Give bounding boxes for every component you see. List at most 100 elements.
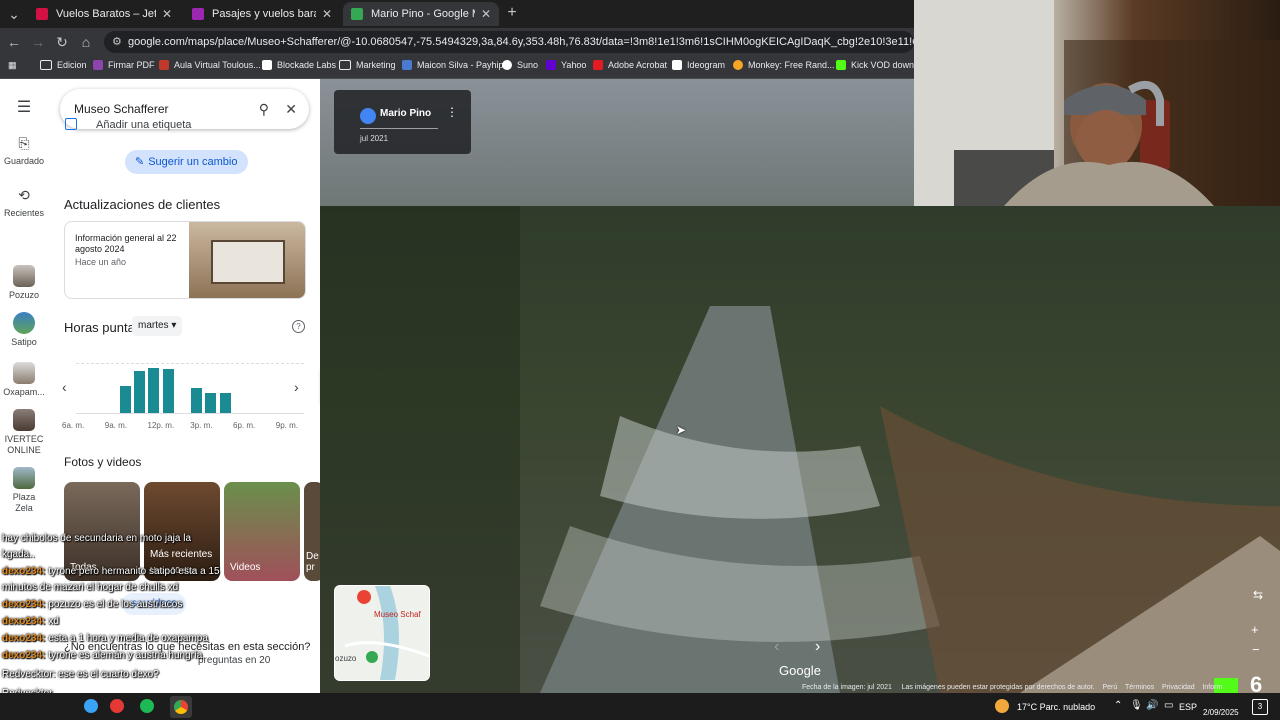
prev-photo-chevron-icon[interactable]: ‹ — [774, 638, 779, 656]
bookmark-adobe-acrobat[interactable]: Adobe Acrobat — [593, 60, 667, 70]
author-name[interactable]: Mario Pino — [380, 108, 431, 119]
zoom-out-button[interactable]: − — [1252, 642, 1260, 657]
search-icon[interactable]: ⚲ — [259, 89, 269, 129]
mini-map[interactable]: Museo Schaf ozuzo — [334, 585, 430, 681]
network-icon[interactable]: ▭ — [1164, 700, 1173, 711]
chrome-icon — [174, 700, 188, 714]
tab-vuelos[interactable]: Pasajes y vuelos baratos a Arge ✕ — [184, 2, 340, 26]
bookmark-firmar-pdf[interactable]: Firmar PDF — [93, 60, 155, 70]
reload-icon[interactable]: ↻ — [54, 34, 70, 51]
report-link[interactable]: Inform — [1202, 684, 1222, 691]
address-bar[interactable]: ⚙ google.com/maps/place/Museo+Schafferer… — [104, 31, 914, 53]
bookmark-yahoo[interactable]: Yahoo — [546, 60, 586, 70]
weather-text[interactable]: 17°C Parc. nublado — [1017, 702, 1095, 712]
back-icon[interactable]: ← — [6, 34, 22, 50]
rail-place-ivertec[interactable]: IVERTEC ONLINE — [0, 409, 48, 456]
region-link[interactable]: Perú — [1102, 684, 1117, 691]
bookmark-payhip[interactable]: Maicon Silva - Payhip — [402, 60, 504, 70]
ask-prompt: preguntas en 20 — [198, 655, 271, 666]
rail-place-plaza-zela[interactable]: Plaza Zela — [0, 467, 48, 514]
more-options-icon[interactable]: ⋮ — [446, 105, 458, 119]
browser-toolbar: ← → ↻ ⌂ ⚙ google.com/maps/place/Museo+Sc… — [0, 28, 914, 56]
bookmark-marketing[interactable]: Marketing — [339, 60, 396, 70]
rail-saved[interactable]: ⎘ Guardado — [0, 135, 48, 166]
tab-search-chevron-icon[interactable]: ⌄ — [6, 6, 22, 23]
popular-times-bar[interactable] — [134, 370, 145, 413]
forward-icon[interactable]: → — [30, 34, 46, 50]
rail-place-oxapampa[interactable]: Oxapam... — [0, 362, 48, 397]
privacy-link[interactable]: Privacidad — [1162, 684, 1195, 691]
language-indicator[interactable]: ESP — [1179, 702, 1197, 712]
bookmark-suno[interactable]: Suno — [502, 60, 538, 70]
microphone-icon[interactable]: 🎙 — [1130, 700, 1143, 711]
history-icon: ⟲ — [18, 187, 30, 203]
photo-owner[interactable]: De pr — [304, 482, 320, 581]
bookmark-aula-virtual[interactable]: Aula Virtual Toulous... — [159, 60, 261, 70]
suggest-edit-label: Sugerir un cambio — [148, 156, 238, 168]
tray-overflow-icon[interactable]: ⌃ — [1114, 700, 1122, 711]
menu-hamburger-icon[interactable]: ☰ — [0, 97, 48, 117]
spotify-icon[interactable] — [140, 699, 154, 713]
chat-message: dexo234: tyrone es alemán y austria hungr… — [2, 650, 202, 661]
popular-times-bar[interactable] — [119, 385, 131, 413]
clock-date[interactable]: 2/09/2025 — [1203, 708, 1239, 717]
chat-text: hay chibolos de secundaria en moto jaja … — [2, 533, 192, 544]
chrome-taskbar-button[interactable] — [170, 696, 192, 718]
volume-icon[interactable]: 🔊 — [1146, 700, 1158, 711]
tab-google-maps[interactable]: Mario Pino - Google Maps ✕ — [343, 2, 499, 26]
bookmark-edicion[interactable]: Edicion — [40, 60, 87, 70]
street-view-canvas-lower[interactable] — [320, 206, 1280, 693]
bookmark-ideogram[interactable]: Ideogram — [672, 60, 725, 70]
aula-virtual-icon — [159, 60, 169, 70]
chat-text: esta a 1 hora y media de oxapampa — [48, 633, 208, 644]
obs-icon[interactable] — [110, 699, 124, 713]
customer-update-card[interactable]: Información general al 22 agosto 2024 Ha… — [64, 221, 306, 299]
bookmark-blockade-labs[interactable]: Blockade Labs — [262, 60, 336, 70]
bookmark-label: Adobe Acrobat — [608, 60, 668, 70]
new-tab-button[interactable]: + — [504, 4, 520, 22]
bookmark-monkey[interactable]: Monkey: Free Rand... — [733, 60, 835, 70]
close-tab-icon[interactable]: ✕ — [162, 7, 172, 21]
place-thumb — [13, 467, 35, 489]
help-icon[interactable]: ? — [292, 320, 305, 333]
popular-times-bar[interactable] — [219, 393, 231, 413]
chat-message: dexo234: xd — [2, 616, 59, 627]
popular-times-bar[interactable] — [148, 368, 160, 413]
popular-times-bar[interactable] — [191, 388, 202, 413]
zoom-in-button[interactable]: + — [1251, 622, 1259, 637]
webcam-feed-image — [914, 0, 1280, 206]
bookmark-label: Monkey: Free Rand... — [748, 60, 835, 70]
suggest-edit-button[interactable]: ✎ Sugerir un cambio — [125, 150, 248, 174]
apps-grid-icon[interactable]: ▦ — [8, 60, 17, 71]
chat-message: hay chibolos de secundaria en moto jaja … — [2, 533, 191, 544]
compass-icon[interactable]: ⇆ — [1243, 588, 1273, 610]
tab-jetsmart[interactable]: Vuelos Baratos – JetSMART Ai ✕ — [28, 2, 180, 26]
update-time: Hace un año — [75, 257, 127, 267]
add-label-link[interactable]: Añadir una etiqueta — [96, 119, 191, 131]
bookmark-kick-vod[interactable]: Kick VOD downlo — [836, 60, 921, 70]
close-tab-icon[interactable]: ✕ — [322, 7, 332, 21]
day-select[interactable]: martes ▾ — [132, 316, 183, 336]
site-info-icon[interactable]: ⚙ — [112, 31, 122, 53]
close-tab-icon[interactable]: ✕ — [481, 7, 491, 21]
chat-text: xd — [48, 616, 59, 627]
rail-recent[interactable]: ⟲ Recientes — [0, 187, 48, 219]
windows-taskbar: 17°C Parc. nublado ⌃ 🎙 🔊 ▭ ESP 2/09/2025… — [0, 693, 1280, 720]
home-icon[interactable]: ⌂ — [78, 34, 94, 50]
rail-place-satipo[interactable]: Satipo — [0, 312, 48, 347]
close-icon[interactable]: ✕ — [285, 89, 297, 129]
copyright-text: Las imágenes pueden estar protegidas por… — [901, 684, 1095, 691]
author-avatar — [360, 108, 376, 124]
edge-icon[interactable] — [84, 699, 98, 713]
maps-favicon-icon — [351, 8, 363, 20]
next-photo-chevron-icon[interactable]: › — [815, 638, 820, 656]
prev-day-chevron-icon[interactable]: ‹ — [62, 379, 67, 395]
rail-place-pozuzo[interactable]: Pozuzo — [0, 265, 48, 300]
popular-times-bar[interactable] — [162, 369, 174, 413]
popular-times-tick-label: 6a. m. — [62, 421, 85, 430]
photo-videos[interactable]: Videos — [224, 482, 300, 581]
popular-times-bar[interactable] — [205, 393, 217, 413]
notification-center-icon[interactable]: 3 — [1252, 699, 1268, 715]
next-day-chevron-icon[interactable]: › — [294, 379, 299, 395]
terms-link[interactable]: Términos — [1125, 684, 1154, 691]
